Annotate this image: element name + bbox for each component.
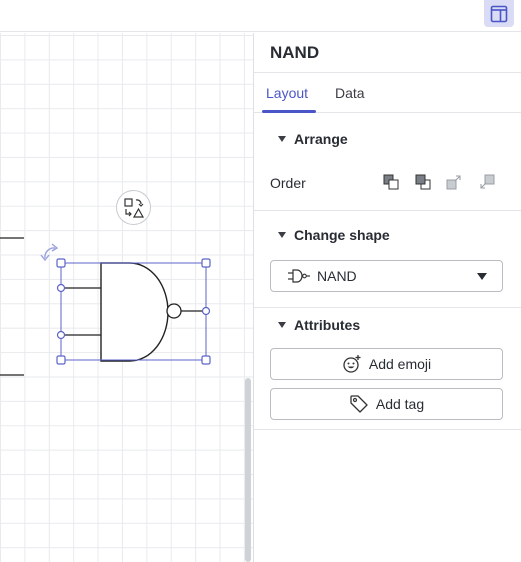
bring-forward-icon <box>446 175 461 190</box>
diagram-canvas[interactable] <box>0 33 253 562</box>
change-shape-heading: Change shape <box>294 227 390 243</box>
tab-data[interactable]: Data <box>335 85 365 101</box>
attributes-header[interactable]: Attributes <box>278 317 360 333</box>
nand-gate-icon <box>288 269 310 283</box>
panel-title: NAND <box>270 43 320 62</box>
rotate-handle-icon[interactable] <box>40 243 59 262</box>
add-emoji-button[interactable]: Add emoji <box>270 348 503 380</box>
change-shape-header[interactable]: Change shape <box>278 227 390 243</box>
shape-layer <box>0 237 211 376</box>
bring-to-front-icon <box>383 174 399 190</box>
canvas-scrollbar[interactable] <box>245 378 251 562</box>
dropdown-caret-icon <box>477 273 487 280</box>
arrange-section: Arrange <box>254 114 521 211</box>
add-tag-button[interactable]: Add tag <box>270 388 503 420</box>
tab-layout[interactable]: Layout <box>266 85 308 101</box>
shape-select-dropdown[interactable]: NAND <box>270 260 503 292</box>
panel-toggle-button[interactable] <box>484 0 514 27</box>
send-to-back-button[interactable] <box>412 171 434 193</box>
app-root: NAND Layout Data Arrange Order Change sh… <box>0 0 521 562</box>
nand-gate-shape[interactable] <box>61 262 206 362</box>
attributes-heading: Attributes <box>294 317 361 333</box>
top-toolbar <box>0 0 521 32</box>
properties-panel: NAND Layout Data Arrange Order Change sh… <box>253 33 521 562</box>
shape-swap-icon <box>123 197 144 218</box>
order-label: Order <box>270 175 306 191</box>
collapse-caret-icon <box>278 232 286 238</box>
send-to-back-icon <box>415 174 431 190</box>
active-tab-indicator <box>262 110 316 113</box>
tag-icon <box>350 395 368 413</box>
send-backward-button[interactable] <box>476 171 498 193</box>
arrange-header[interactable]: Arrange <box>278 131 348 147</box>
panel-tabs: Layout Data <box>254 72 521 113</box>
bring-forward-button[interactable] <box>443 171 465 193</box>
add-emoji-label: Add emoji <box>368 356 432 372</box>
arrange-heading: Arrange <box>294 131 348 147</box>
panel-layout-icon <box>490 5 508 22</box>
collapse-caret-icon <box>278 322 286 328</box>
shape-select-value: NAND <box>317 268 357 284</box>
shape-swap-button[interactable] <box>116 190 151 225</box>
collapse-caret-icon <box>278 136 286 142</box>
add-tag-label: Add tag <box>375 396 425 412</box>
bring-to-front-button[interactable] <box>380 171 402 193</box>
send-backward-icon <box>480 174 495 189</box>
add-emoji-icon <box>343 355 361 373</box>
